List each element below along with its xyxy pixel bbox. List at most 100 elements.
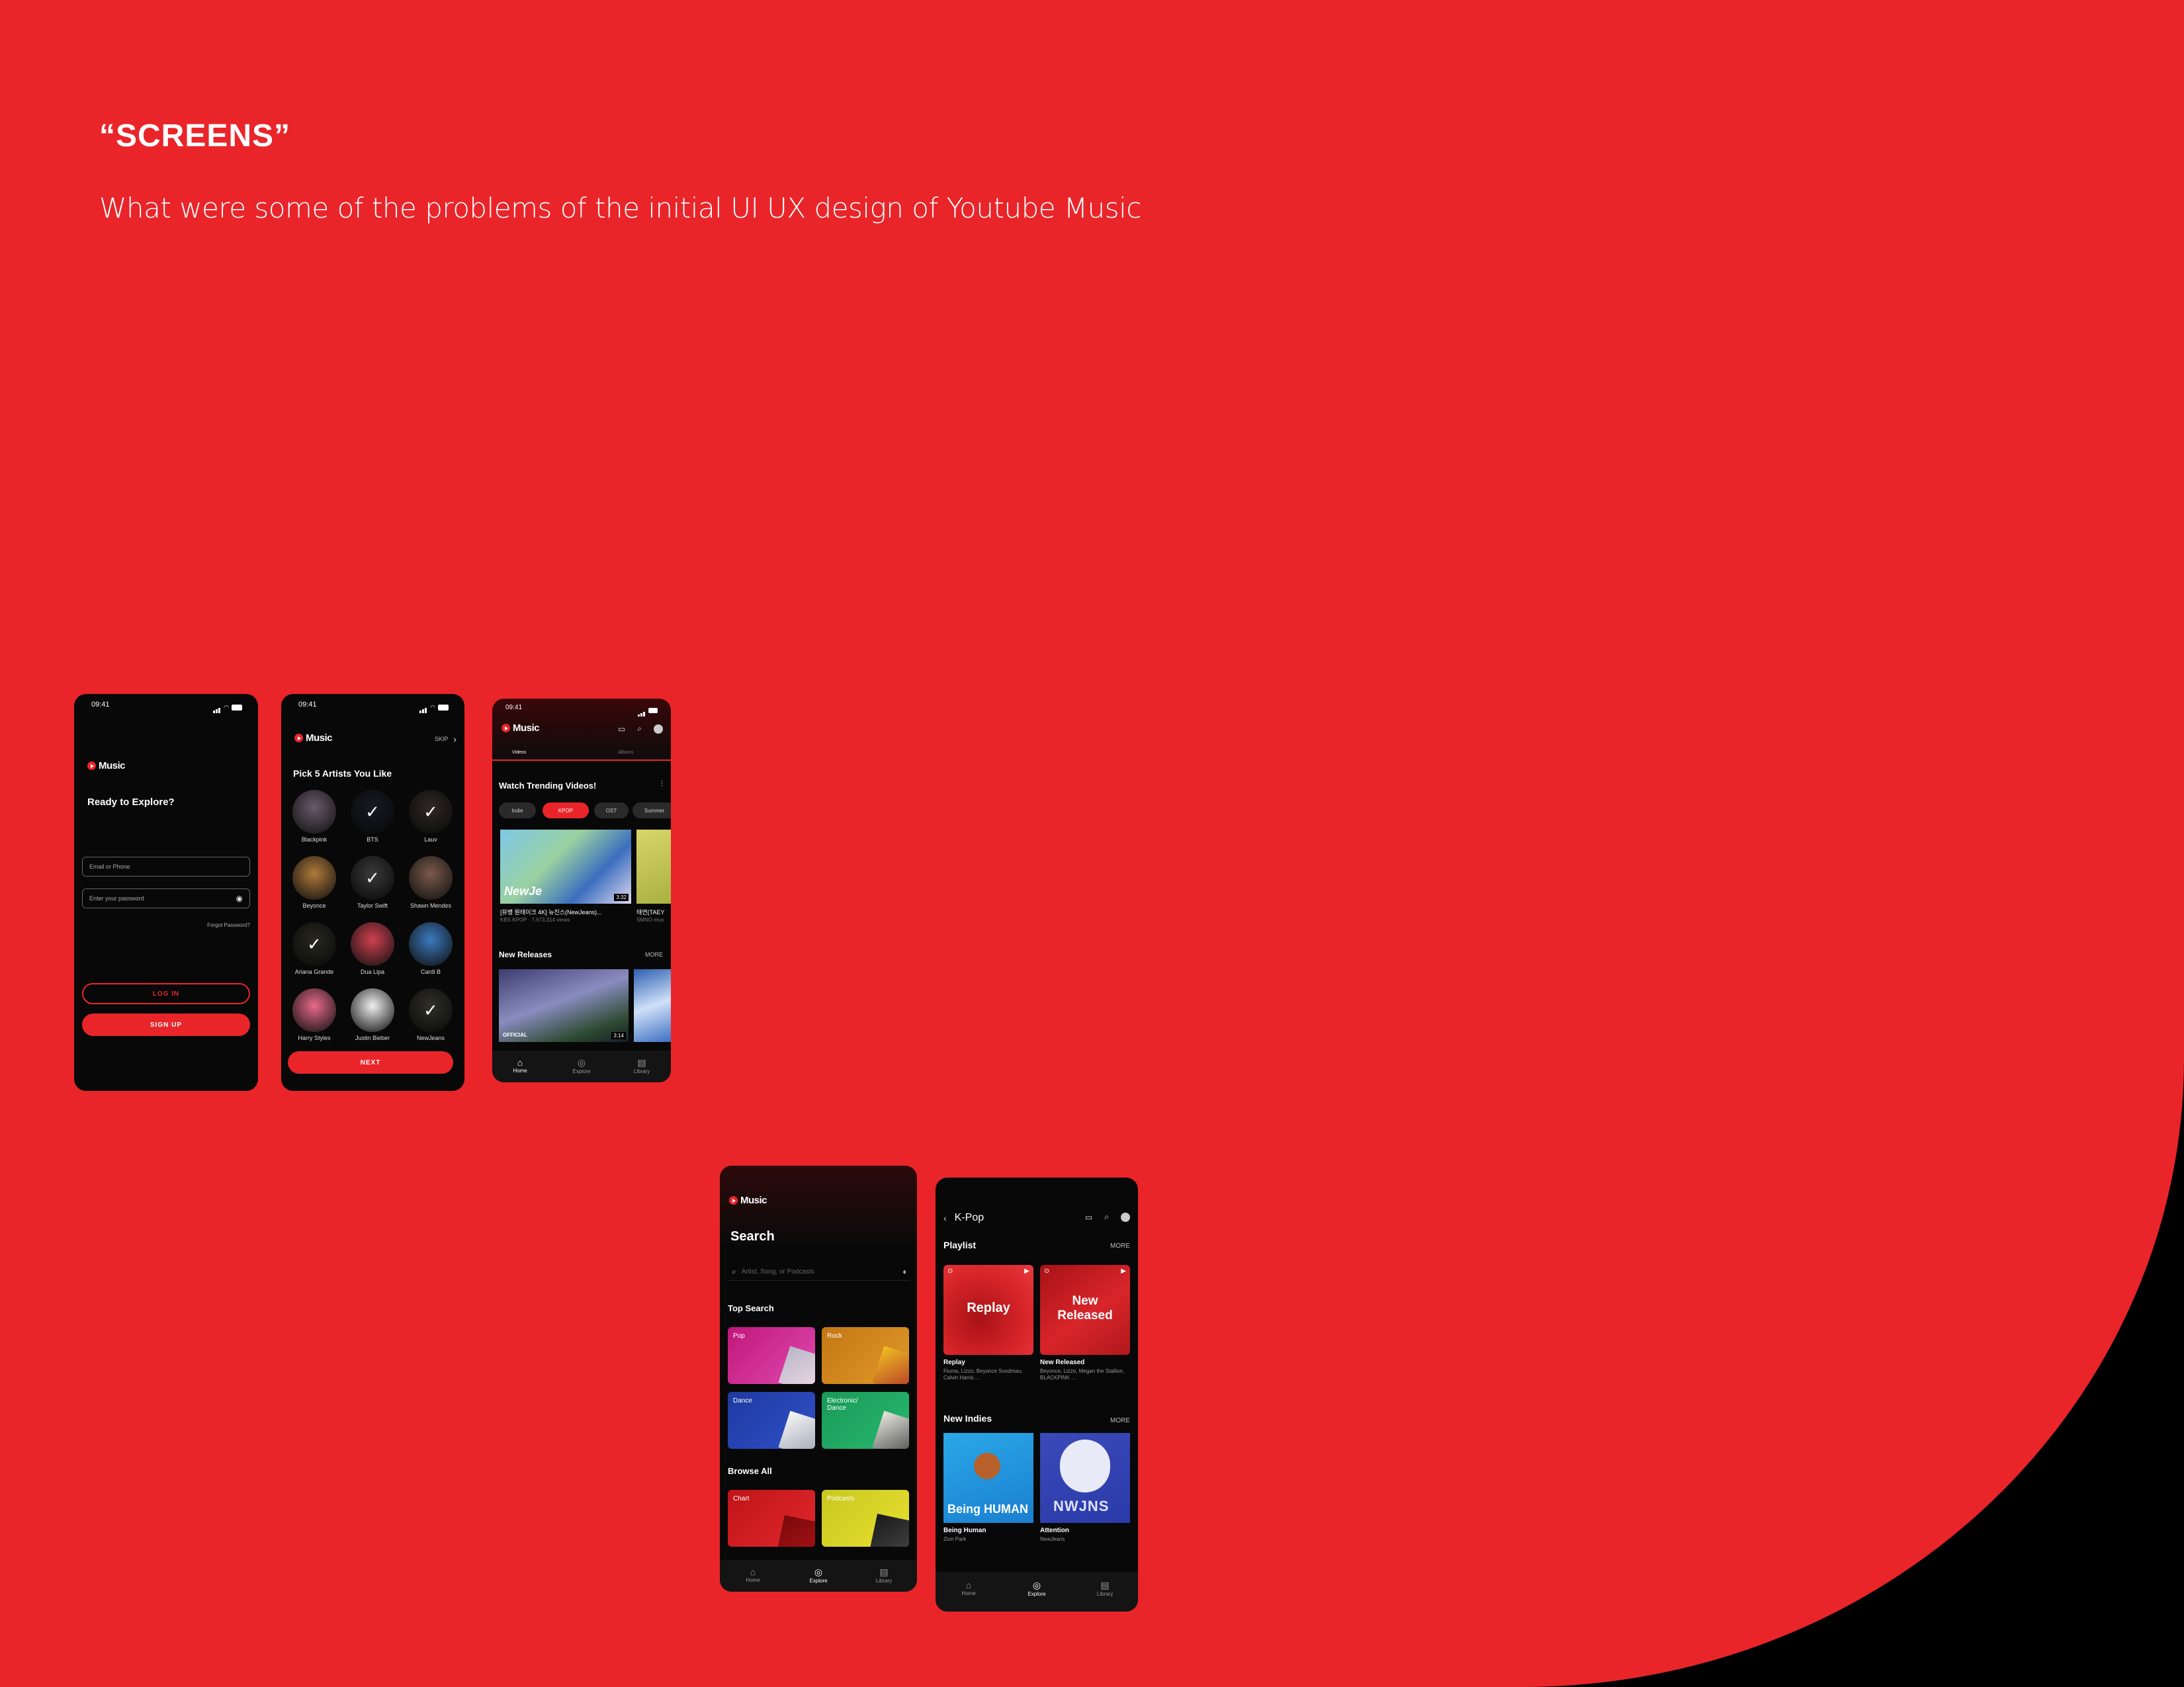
tile-chart[interactable]: Chart bbox=[728, 1490, 815, 1547]
nav-library[interactable]: ▤ Library bbox=[1085, 1580, 1125, 1597]
tab-albums[interactable]: Albums bbox=[618, 750, 633, 755]
nav-label: Home bbox=[513, 1068, 527, 1074]
indie-card-being-human[interactable]: Being HUMAN bbox=[943, 1433, 1033, 1523]
login-screen: 09:41 ◠ Music Ready to Explore? Email or… bbox=[74, 694, 258, 1091]
brand-name: Music bbox=[306, 732, 333, 744]
tile-art bbox=[777, 1515, 815, 1547]
avatar[interactable] bbox=[654, 724, 663, 734]
skip-button[interactable]: SKIP › bbox=[435, 734, 457, 744]
nav-home[interactable]: ⌂ Home bbox=[949, 1580, 988, 1596]
library-icon: ▤ bbox=[1100, 1580, 1110, 1590]
tile-pop[interactable]: Pop bbox=[728, 1327, 815, 1384]
cast-icon[interactable]: ▭ bbox=[618, 724, 625, 734]
play-icon[interactable]: ▶ bbox=[1024, 1268, 1029, 1275]
thumbnail-art: NewJe bbox=[504, 885, 543, 898]
playlist-card-new-released[interactable]: ⊙ ▶ New Released bbox=[1040, 1265, 1130, 1355]
artist-option[interactable]: ✓ BTS bbox=[346, 790, 399, 843]
release-thumbnail[interactable]: OFFICIAL 3:14 bbox=[499, 969, 629, 1042]
login-heading: Ready to Explore? bbox=[87, 797, 175, 808]
artist-avatar: ✓ bbox=[351, 790, 394, 834]
tile-electronic[interactable]: Electronic/ Dance bbox=[822, 1392, 909, 1449]
signup-button[interactable]: SIGN UP bbox=[82, 1014, 250, 1036]
play-icon[interactable]: ▶ bbox=[1121, 1268, 1126, 1275]
cover-bunny bbox=[1060, 1440, 1110, 1492]
video-thumbnail[interactable]: NewJe 3:32 bbox=[500, 830, 631, 904]
nav-label: Library bbox=[875, 1578, 893, 1584]
search-input[interactable]: ⌕ Artist, Song, or Podcasts ♦ bbox=[728, 1264, 910, 1281]
search-icon[interactable]: ⌕ bbox=[1104, 1212, 1109, 1222]
header-actions: ▭ ⌕ bbox=[1085, 1212, 1130, 1222]
nav-library[interactable]: ▤ Library bbox=[622, 1057, 662, 1074]
tile-label: Podcasts bbox=[827, 1495, 855, 1502]
back-arrow-icon[interactable]: ‹ bbox=[943, 1213, 947, 1223]
artist-name: Beyonce bbox=[302, 902, 326, 909]
chip-kpop[interactable]: KPOP bbox=[543, 802, 589, 818]
tile-podcasts[interactable]: Podcasts bbox=[822, 1490, 909, 1547]
artist-name: Cardi B bbox=[420, 969, 441, 975]
indie-artist: NewJeans bbox=[1040, 1536, 1065, 1542]
kpop-screen: ‹ K-Pop ▭ ⌕ Playlist MORE ⊙ ▶ Replay ⊙ ▶… bbox=[936, 1178, 1138, 1612]
tab-videos[interactable]: Videos bbox=[512, 750, 526, 755]
artist-name: NewJeans bbox=[416, 1035, 445, 1041]
artist-option[interactable]: ✓ Taylor Swift bbox=[346, 856, 399, 909]
eye-icon[interactable]: ◉ bbox=[236, 894, 243, 903]
artist-option[interactable]: Harry Styles bbox=[288, 988, 341, 1041]
bottom-nav: ⌂ Home ◎ Explore ▤ Library bbox=[720, 1560, 917, 1592]
video-thumbnail-2[interactable] bbox=[636, 830, 671, 904]
filter-icon[interactable]: ⫶ bbox=[661, 779, 663, 789]
browse-all-heading: Browse All bbox=[728, 1466, 772, 1476]
email-field[interactable]: Email or Phone bbox=[82, 857, 250, 877]
password-field[interactable]: Enter your password ◉ bbox=[82, 888, 250, 908]
new-releases-heading: New Releases bbox=[499, 950, 552, 959]
search-heading: Search bbox=[730, 1229, 775, 1244]
artist-option[interactable]: Dua Lipa bbox=[346, 922, 399, 975]
next-button[interactable]: NEXT bbox=[288, 1051, 453, 1074]
forgot-password-link[interactable]: Forgot Password? bbox=[207, 922, 250, 928]
indie-card-attention[interactable]: NWJNS bbox=[1040, 1433, 1130, 1523]
microphone-icon[interactable]: ♦ bbox=[902, 1268, 906, 1276]
chip-summer[interactable]: Summer bbox=[633, 802, 671, 818]
indie-name: Being Human bbox=[943, 1527, 986, 1534]
checkmark-icon: ✓ bbox=[292, 922, 336, 966]
artist-option[interactable]: Shawn Mendes bbox=[404, 856, 457, 909]
nav-label: Home bbox=[746, 1577, 760, 1583]
bottom-nav: ⌂ Home ◎ Explore ▤ Library bbox=[492, 1051, 671, 1082]
youtube-play-icon bbox=[294, 734, 303, 742]
login-button[interactable]: LOG IN bbox=[82, 983, 250, 1004]
nav-explore[interactable]: ◎ Explore bbox=[799, 1567, 838, 1584]
nav-home[interactable]: ⌂ Home bbox=[733, 1567, 773, 1583]
artist-option[interactable]: ✓ Ariana Grande bbox=[288, 922, 341, 975]
tile-dance[interactable]: Dance bbox=[728, 1392, 815, 1449]
nav-home[interactable]: ⌂ Home bbox=[500, 1057, 540, 1074]
artist-option[interactable]: Justin Bieber bbox=[346, 988, 399, 1041]
status-icons bbox=[638, 705, 658, 716]
search-screen: Music Search ⌕ Artist, Song, or Podcasts … bbox=[720, 1166, 917, 1592]
nav-label: Library bbox=[1096, 1591, 1114, 1597]
tile-rock[interactable]: Rock bbox=[822, 1327, 909, 1384]
nav-library[interactable]: ▤ Library bbox=[864, 1567, 904, 1584]
cast-icon[interactable]: ▭ bbox=[1085, 1213, 1092, 1222]
brand-logo: Music bbox=[294, 732, 333, 744]
search-icon[interactable]: ⌕ bbox=[637, 724, 642, 734]
page-subtitle: What were some of the problems of the in… bbox=[99, 192, 1141, 224]
nav-explore[interactable]: ◎ Explore bbox=[1017, 1580, 1057, 1597]
playlist-card-replay[interactable]: ⊙ ▶ Replay bbox=[943, 1265, 1033, 1355]
nav-explore[interactable]: ◎ Explore bbox=[562, 1057, 601, 1074]
avatar[interactable] bbox=[1121, 1212, 1130, 1222]
artist-option[interactable]: ✓ Lauv bbox=[404, 790, 457, 843]
status-icons: ◠ bbox=[213, 701, 242, 713]
tile-label: Electronic/ Dance bbox=[827, 1397, 858, 1412]
artist-option[interactable]: Cardi B bbox=[404, 922, 457, 975]
chip-ost[interactable]: OST bbox=[594, 802, 629, 818]
password-placeholder: Enter your password bbox=[89, 895, 144, 902]
artist-option[interactable]: Blackpink bbox=[288, 790, 341, 843]
release-thumbnail-2[interactable] bbox=[634, 969, 671, 1042]
chip-indie[interactable]: Indie bbox=[499, 802, 536, 818]
more-link[interactable]: MORE bbox=[645, 951, 663, 958]
artist-name: Lauv bbox=[424, 836, 437, 843]
artist-option[interactable]: Beyonce bbox=[288, 856, 341, 909]
playlist-more-link[interactable]: MORE bbox=[1110, 1242, 1130, 1250]
artist-option[interactable]: ✓ NewJeans bbox=[404, 988, 457, 1041]
indies-more-link[interactable]: MORE bbox=[1110, 1417, 1130, 1424]
library-icon: ▤ bbox=[637, 1057, 646, 1068]
